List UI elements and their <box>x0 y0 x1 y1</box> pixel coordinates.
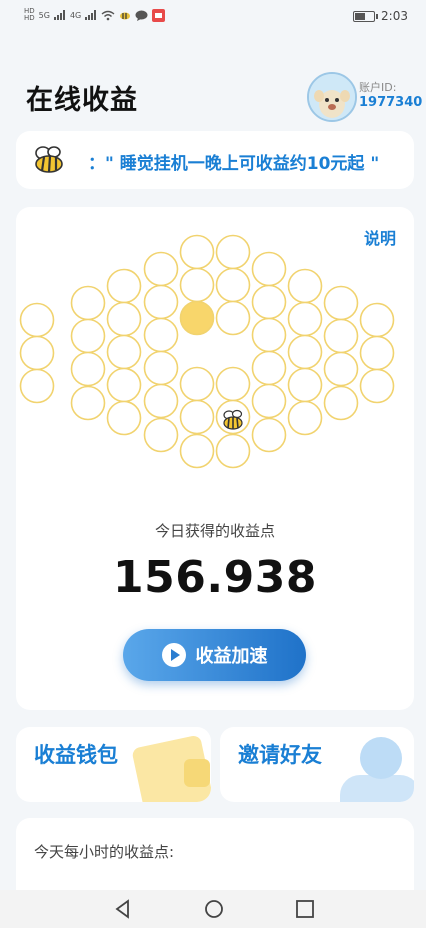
signal-icon <box>53 10 66 20</box>
honey-cell <box>251 251 287 287</box>
today-points-value: 156.938 <box>113 552 317 603</box>
clock: 2:03 <box>381 9 408 23</box>
invite-tile-label: 邀请好友 <box>238 743 322 767</box>
signal-icon <box>85 10 97 20</box>
play-icon <box>161 643 186 667</box>
honey-cell <box>143 417 179 453</box>
net-5g-label: 5G <box>38 10 50 20</box>
status-right: 2:03 <box>353 9 408 23</box>
honey-cell <box>106 334 142 370</box>
bee-notification-icon <box>120 12 131 19</box>
honey-cell-filled <box>179 300 215 336</box>
honey-cell <box>287 268 323 304</box>
honey-cell <box>19 302 55 338</box>
honey-cell <box>106 400 142 436</box>
status-left: HD HD 5G 4G <box>24 8 166 22</box>
system-nav-bar <box>0 890 426 928</box>
honey-cell <box>359 302 395 338</box>
hourly-label: 今天每小时的收益点: <box>34 843 175 861</box>
boost-button[interactable]: 收益加速 <box>123 629 306 681</box>
honey-cell <box>143 317 179 353</box>
battery-fill <box>355 12 366 20</box>
honey-cell <box>287 334 323 370</box>
honey-cell <box>70 285 106 321</box>
honey-cell <box>287 400 323 436</box>
wallet-tile[interactable]: 收益钱包 <box>16 727 211 802</box>
honey-cell <box>70 351 106 387</box>
honey-cell <box>179 399 215 435</box>
bee-icon <box>35 146 63 173</box>
honey-cell <box>323 351 359 387</box>
wallet-clasp <box>184 759 210 787</box>
honey-cell <box>215 300 251 336</box>
recents-icon[interactable] <box>294 898 316 920</box>
wallet-tile-label: 收益钱包 <box>34 743 118 767</box>
battery-icon <box>353 10 379 22</box>
honey-cell <box>323 285 359 321</box>
honey-cell <box>70 318 106 354</box>
honey-cell <box>251 417 287 453</box>
hd-badges: HD HD <box>24 8 35 22</box>
honey-cell <box>323 385 359 421</box>
honey-cell <box>143 350 179 386</box>
honey-cell <box>70 385 106 421</box>
hd-badge: HD <box>24 14 35 22</box>
account-id-value: 1977340 <box>359 95 423 110</box>
honey-cell <box>215 234 251 270</box>
avatar[interactable] <box>307 72 357 122</box>
honey-cell <box>215 366 251 402</box>
honey-cell <box>359 335 395 371</box>
honeycomb <box>19 234 395 469</box>
honey-cell <box>106 268 142 304</box>
honey-cell <box>251 284 287 320</box>
honey-cell <box>215 267 251 303</box>
boost-button-label: 收益加速 <box>195 646 268 667</box>
invite-illustration-head <box>360 737 402 779</box>
home-icon[interactable] <box>203 898 225 920</box>
wifi-icon <box>101 10 115 20</box>
avatar-image <box>309 74 355 120</box>
tip-banner: ：" 睡觉挂机一晚上可收益约10元起 " <box>16 131 414 189</box>
back-icon[interactable] <box>112 898 134 920</box>
honey-cell <box>19 335 55 371</box>
honey-cell <box>106 367 142 403</box>
honey-cell <box>143 251 179 287</box>
net-4g-label: 4G <box>69 10 82 20</box>
invite-illustration-body <box>340 775 414 802</box>
honey-cell <box>19 368 55 404</box>
status-bar: HD HD 5G 4G 2:03 <box>0 0 426 34</box>
invite-tile[interactable]: 邀请好友 <box>220 727 414 802</box>
account-id-label: 账户ID: <box>359 81 397 94</box>
page-title: 在线收益 <box>26 85 138 116</box>
honey-cell <box>179 433 215 469</box>
honey-cell <box>179 234 215 270</box>
honey-cell <box>251 350 287 386</box>
today-points-label: 今日获得的收益点 <box>154 522 275 540</box>
bee-icon <box>223 409 243 430</box>
honey-cell <box>179 267 215 303</box>
honey-cell <box>215 433 251 469</box>
chat-icon <box>135 10 148 21</box>
honey-cell <box>106 301 142 337</box>
honey-cell <box>359 368 395 404</box>
honey-cell <box>179 366 215 402</box>
honey-cell <box>323 318 359 354</box>
banner-text: ：" 睡觉挂机一晚上可收益约10元起 " <box>88 154 380 174</box>
honey-cell <box>251 383 287 419</box>
honey-cell <box>287 301 323 337</box>
honey-cell <box>143 284 179 320</box>
honey-cell <box>143 383 179 419</box>
hive-card: 说明 今日获得的收益点 156.938 收益加速 <box>16 207 414 710</box>
honey-cell <box>251 317 287 353</box>
honey-cell <box>287 367 323 403</box>
app-badge-icon <box>152 8 166 22</box>
